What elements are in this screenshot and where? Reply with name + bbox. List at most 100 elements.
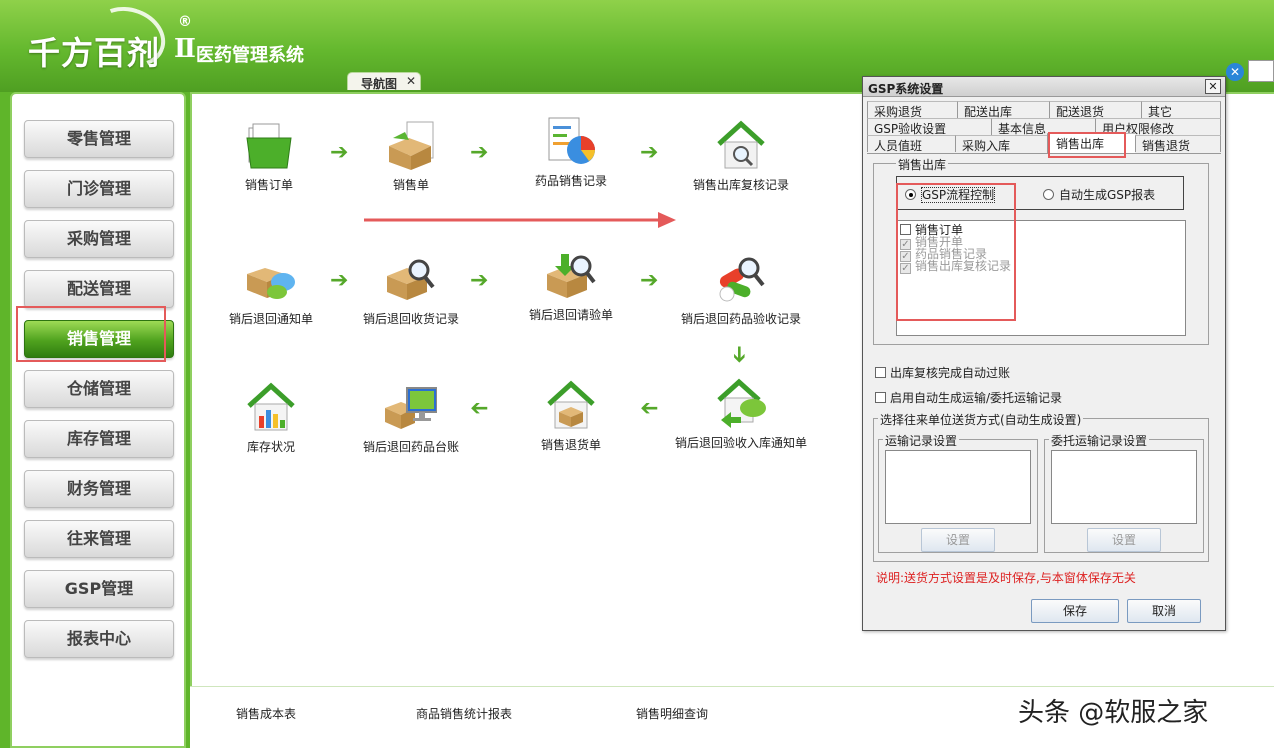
chart-report-icon: [545, 116, 597, 168]
sidebar-item-clinic[interactable]: 门诊管理: [24, 170, 174, 208]
check-label: 启用自动生成运输/委托运输记录: [890, 391, 1062, 405]
transport-record-group: 运输记录设置 设置: [878, 439, 1038, 553]
house-chart-icon: [245, 382, 297, 434]
logo-text: 千方百剂: [28, 34, 160, 72]
watermark: 头条 @软服之家: [1018, 692, 1208, 729]
dialog-title: GSP系统设置: [868, 82, 943, 96]
flow-sales-order[interactable]: 销售订单: [194, 120, 344, 193]
arrow-left-icon: ➔: [640, 396, 658, 421]
box-download-icon: [545, 250, 597, 302]
flow-return-drug-acceptance[interactable]: 销后退回药品验收记录: [666, 254, 816, 327]
check-label: 出库复核完成自动过账: [890, 366, 1010, 380]
close-icon[interactable]: ✕: [1205, 79, 1221, 94]
arrow-right-icon: ➔: [470, 140, 488, 165]
entrust-listbox[interactable]: [1051, 450, 1197, 524]
app-logo: 千方百剂 Ⅱ ® 医药管理系统: [28, 28, 160, 74]
box-magnifier-icon: [385, 254, 437, 306]
flow-sales-bill[interactable]: 销售单: [336, 120, 486, 193]
box-document-icon: [385, 120, 437, 172]
link-product-sales-stats[interactable]: 商品销售统计报表: [416, 705, 512, 722]
tab-distribution-return[interactable]: 配送退货: [1049, 101, 1141, 118]
sidebar-item-purchase[interactable]: 采购管理: [24, 220, 174, 258]
sidebar-item-gsp[interactable]: GSP管理: [24, 570, 174, 608]
arrow-right-icon: ➔: [640, 268, 658, 293]
highlight-box: [16, 306, 166, 362]
arrow-right-icon: ➔: [640, 140, 658, 165]
gsp-settings-dialog: GSP系统设置 ✕ 采购退货 配送出库 配送退货 其它 GSP验收设置 基本信息…: [862, 76, 1226, 631]
house-search-icon: [715, 120, 767, 172]
radio-auto-gsp-report[interactable]: 自动生成GSP报表: [1043, 186, 1155, 203]
box-chat-icon: [245, 254, 297, 306]
sidebar: 零售管理 门诊管理 采购管理 配送管理 销售管理 仓储管理 库存管理 财务管理 …: [10, 92, 186, 748]
cancel-button[interactable]: 取消: [1127, 599, 1201, 623]
sidebar-item-finance[interactable]: 财务管理: [24, 470, 174, 508]
sidebar-item-warehouse[interactable]: 仓储管理: [24, 370, 174, 408]
sidebar-item-reports[interactable]: 报表中心: [24, 620, 174, 658]
tab-purchase-in[interactable]: 采购入库: [955, 135, 1047, 152]
house-box-icon: [545, 380, 597, 432]
tab-purchase-return[interactable]: 采购退货: [867, 101, 957, 118]
pills-magnifier-icon: [715, 254, 767, 306]
entrust-set-button[interactable]: 设置: [1087, 528, 1161, 552]
flow-return-inspection-request[interactable]: 销后退回请验单: [496, 250, 646, 323]
flow-return-receipt[interactable]: 销后退回收货记录: [336, 254, 486, 327]
logo-roman-numeral: Ⅱ: [174, 34, 196, 64]
highlight-box: [896, 183, 1016, 321]
flow-return-notice[interactable]: 销后退回通知单: [196, 254, 346, 327]
flow-label: 销后退回请验单: [496, 306, 646, 323]
entrust-record-group: 委托运输记录设置 设置: [1044, 439, 1204, 553]
flow-label: 库存状况: [196, 438, 346, 455]
tab-navigation-label: 导航图: [361, 77, 397, 91]
flow-label: 销后退回通知单: [196, 310, 346, 327]
check-auto-post[interactable]: 出库复核完成自动过账: [875, 364, 1010, 381]
flow-inventory-status[interactable]: 库存状况: [196, 382, 346, 455]
flow-label: 销后退回收货记录: [336, 310, 486, 327]
group-title: 运输记录设置: [883, 432, 959, 449]
tab-gsp-acceptance[interactable]: GSP验收设置: [867, 118, 991, 135]
red-arrow-icon: [364, 210, 684, 230]
flow-label: 销售出库复核记录: [666, 176, 816, 193]
tab-distribution-out[interactable]: 配送出库: [957, 101, 1049, 118]
tab-staff-duty[interactable]: 人员值班: [867, 135, 955, 152]
flow-sales-outbound-review[interactable]: 销售出库复核记录: [666, 120, 816, 193]
transport-listbox[interactable]: [885, 450, 1031, 524]
arrow-right-icon: ➔: [470, 268, 488, 293]
sidebar-item-accounts[interactable]: 往来管理: [24, 520, 174, 558]
flow-return-acceptance-notice[interactable]: 销后退回验收入库通知单: [666, 378, 816, 451]
radio-label: 自动生成GSP报表: [1059, 188, 1155, 202]
flow-drug-sales-record[interactable]: 药品销售记录: [496, 116, 646, 189]
flow-label: 药品销售记录: [496, 172, 646, 189]
flow-sales-return-bill[interactable]: 销售退货单: [496, 380, 646, 453]
flow-label: 销后退回验收入库通知单: [666, 434, 816, 451]
sidebar-item-distribution[interactable]: 配送管理: [24, 270, 174, 308]
arrow-left-icon: ➔: [470, 396, 488, 421]
save-button[interactable]: 保存: [1031, 599, 1119, 623]
dialog-titlebar: GSP系统设置 ✕: [863, 77, 1225, 97]
close-icon[interactable]: ✕: [406, 74, 416, 88]
flow-label: 销后退回药品台账: [336, 438, 486, 455]
folder-icon: [243, 120, 295, 172]
box-monitor-icon: [385, 382, 437, 434]
delivery-method-group: 选择往来单位送货方式(自动生成设置) 运输记录设置 设置 委托运输记录设置 设置: [873, 418, 1209, 562]
flow-return-drug-ledger[interactable]: 销后退回药品台账: [336, 382, 486, 455]
tab-sales-return[interactable]: 销售退货: [1135, 135, 1221, 152]
flow-label: 销售单: [336, 176, 486, 193]
flow-label: 销售订单: [194, 176, 344, 193]
house-chat-icon: [715, 378, 767, 430]
link-sales-detail-query[interactable]: 销售明细查询: [636, 705, 708, 722]
transport-set-button[interactable]: 设置: [921, 528, 995, 552]
sidebar-item-inventory[interactable]: 库存管理: [24, 420, 174, 458]
flow-label: 销后退回药品验收记录: [666, 310, 816, 327]
arrow-down-icon: ➔: [727, 345, 752, 363]
dialog-note: 说明:送货方式设置是及时保存,与本窗体保存无关: [876, 569, 1136, 586]
group-title: 委托运输记录设置: [1049, 432, 1149, 449]
close-circle-icon[interactable]: ✕: [1226, 63, 1244, 81]
sidebar-item-retail[interactable]: 零售管理: [24, 120, 174, 158]
link-sales-cost-report[interactable]: 销售成本表: [236, 705, 296, 722]
group-title: 选择往来单位送货方式(自动生成设置): [878, 411, 1083, 428]
search-input[interactable]: [1248, 60, 1274, 82]
check-auto-transport[interactable]: 启用自动生成运输/委托运输记录: [875, 389, 1062, 406]
tab-navigation-map[interactable]: 导航图 ✕: [347, 72, 421, 90]
tab-other[interactable]: 其它: [1141, 101, 1221, 118]
group-title: 销售出库: [896, 156, 948, 173]
